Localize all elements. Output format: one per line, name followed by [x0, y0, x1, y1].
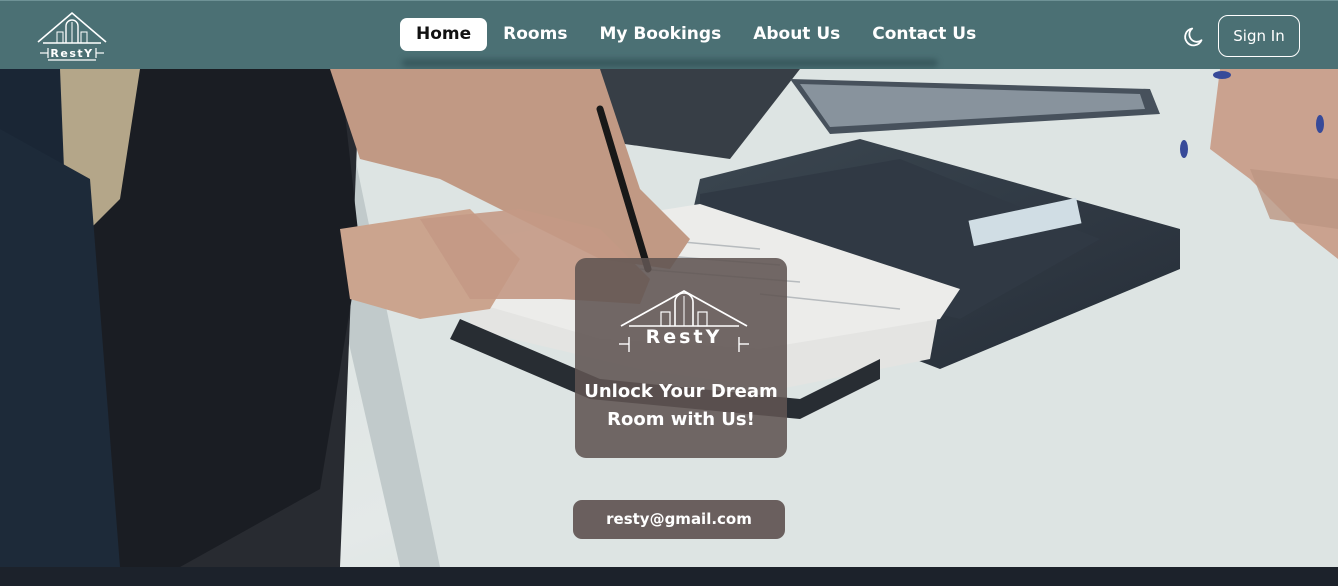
nav-home[interactable]: Home: [400, 18, 488, 51]
nav-underline-shadow: [402, 59, 938, 67]
footer-strip: [0, 567, 1338, 586]
hero-brand-card: RestY Unlock Your Dream Room with Us!: [575, 258, 787, 458]
nav-about-us[interactable]: About Us: [737, 18, 856, 51]
nav-my-bookings[interactable]: My Bookings: [583, 18, 737, 51]
sign-in-button[interactable]: Sign In: [1218, 15, 1300, 57]
nav-rooms[interactable]: Rooms: [487, 18, 583, 51]
resty-logo[interactable]: RestY: [36, 10, 108, 62]
navbar: RestY Home Rooms My Bookings About Us Co…: [0, 0, 1338, 69]
nav-contact-us[interactable]: Contact Us: [856, 18, 992, 51]
hero-tagline: Unlock Your Dream Room with Us!: [584, 381, 778, 430]
email-button[interactable]: resty@gmail.com: [573, 500, 785, 539]
logo-brand-text: RestY: [50, 47, 93, 60]
hero-brand-name: RestY: [645, 326, 723, 348]
main-nav: Home Rooms My Bookings About Us Contact …: [400, 18, 992, 51]
moon-icon[interactable]: [1182, 25, 1206, 49]
